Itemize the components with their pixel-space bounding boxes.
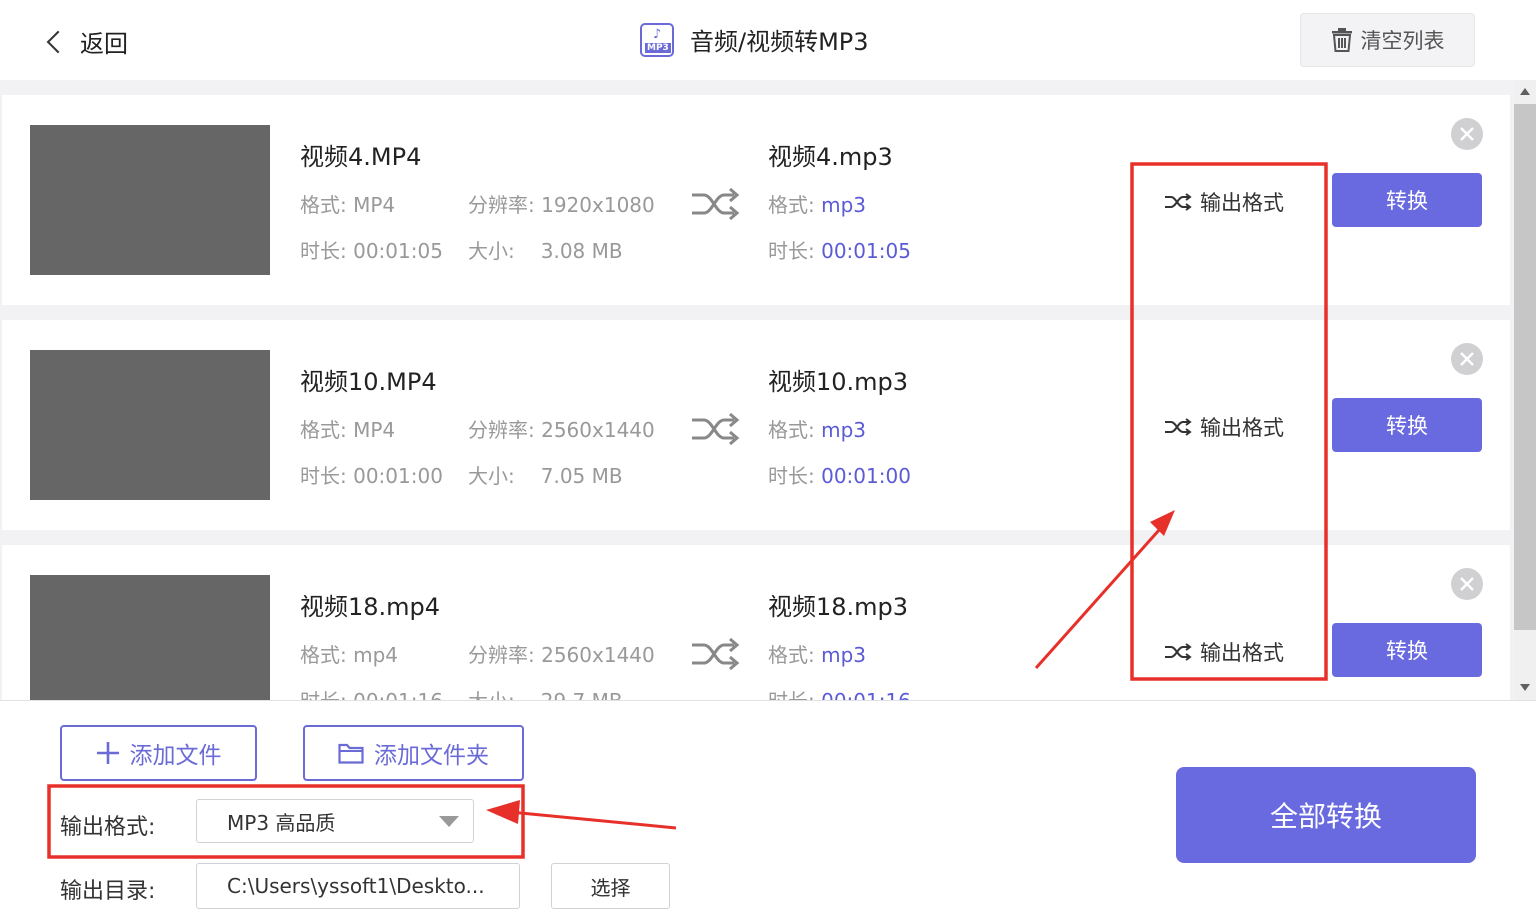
- back-button[interactable]: 返回: [44, 24, 128, 59]
- mp3-file-icon: ♪ MP3: [640, 22, 674, 57]
- output-duration: 时长: 00:01:05: [768, 239, 911, 263]
- chevron-left-icon: [46, 30, 70, 53]
- output-format: 格式: mp3: [768, 643, 867, 667]
- convert-button[interactable]: 转换: [1332, 398, 1482, 452]
- output-duration: 时长: 00:01:16: [768, 685, 911, 700]
- source-file-name: 视频4.MP4: [300, 143, 422, 171]
- source-format: 格式: mp4: [300, 643, 399, 667]
- source-format: 格式: MP4: [300, 418, 396, 442]
- output-format-select[interactable]: MP3 高品质: [196, 799, 474, 843]
- output-format-button[interactable]: 输出格式: [1164, 187, 1284, 217]
- scroll-down-arrow-icon[interactable]: [1520, 684, 1530, 691]
- remove-file-button[interactable]: [1451, 118, 1483, 150]
- output-dir-label: 输出目录:: [60, 879, 156, 904]
- source-file-name: 视频10.MP4: [300, 368, 437, 396]
- source-size: 大小: 3.08 MB: [468, 239, 623, 263]
- header: 返回 ♪ MP3 音频/视频转MP3 清空列表: [0, 0, 1536, 80]
- source-format: 格式: MP4: [300, 193, 396, 217]
- scroll-thumb[interactable]: [1514, 104, 1536, 630]
- source-duration: 时长: 00:01:00: [300, 464, 443, 488]
- source-resolution: 分辨率: 2560x1440: [468, 418, 655, 442]
- output-format-label: 输出格式:: [60, 815, 156, 840]
- source-resolution: 分辨率: 2560x1440: [468, 643, 655, 667]
- shuffle-icon: [1165, 418, 1192, 436]
- file-row: 视频18.mp4 格式: mp4 分辨率: 2560x1440 时长: 00:0…: [2, 545, 1510, 700]
- clear-list-label: 清空列表: [1360, 29, 1445, 53]
- convert-all-button[interactable]: 全部转换: [1176, 767, 1476, 863]
- shuffle-arrow-icon: [692, 412, 740, 446]
- source-resolution: 分辨率: 1920x1080: [468, 193, 655, 217]
- close-icon: [1460, 577, 1474, 591]
- source-size: 大小: 7.05 MB: [468, 464, 623, 488]
- video-thumbnail: [30, 575, 270, 700]
- output-format: 格式: mp3: [768, 418, 867, 442]
- shuffle-icon: [1165, 193, 1192, 211]
- app-title: 音频/视频转MP3: [690, 28, 869, 56]
- remove-file-button[interactable]: [1451, 568, 1483, 600]
- add-file-button[interactable]: 添加文件: [60, 725, 257, 781]
- add-folder-button[interactable]: 添加文件夹: [303, 725, 524, 781]
- source-file-name: 视频18.mp4: [300, 593, 441, 621]
- output-file-name: 视频18.mp3: [768, 593, 909, 621]
- remove-file-button[interactable]: [1451, 343, 1483, 375]
- close-icon: [1460, 352, 1474, 366]
- shuffle-arrow-icon: [692, 637, 740, 671]
- shuffle-arrow-icon: [692, 187, 740, 221]
- back-label: 返回: [80, 30, 128, 58]
- source-duration: 时长: 00:01:16: [300, 685, 443, 700]
- clear-list-button[interactable]: 清空列表: [1300, 13, 1475, 67]
- scroll-up-arrow-icon[interactable]: [1520, 88, 1530, 95]
- plus-icon: [96, 742, 119, 764]
- convert-button[interactable]: 转换: [1332, 623, 1482, 677]
- output-duration: 时长: 00:01:00: [768, 464, 911, 488]
- source-duration: 时长: 00:01:05: [300, 239, 443, 263]
- file-row: 视频4.MP4 格式: MP4 分辨率: 1920x1080 时长: 00:01…: [2, 95, 1510, 305]
- close-icon: [1460, 127, 1474, 141]
- shuffle-icon: [1165, 643, 1192, 661]
- page-title: ♪ MP3 音频/视频转MP3: [640, 22, 869, 57]
- convert-button[interactable]: 转换: [1332, 173, 1482, 227]
- trash-icon: [1331, 28, 1352, 52]
- file-row: 视频10.MP4 格式: MP4 分辨率: 2560x1440 时长: 00:0…: [2, 320, 1510, 530]
- bottom-panel: 添加文件 添加文件夹 输出格式: MP3 高品质 输出目录: C:\Users\…: [0, 700, 1536, 923]
- list-scrollbar[interactable]: [1514, 80, 1536, 700]
- video-thumbnail: [30, 125, 270, 275]
- chevron-down-icon: [439, 816, 459, 827]
- output-format: 格式: mp3: [768, 193, 867, 217]
- choose-dir-button[interactable]: 选择: [551, 863, 670, 909]
- output-format-button[interactable]: 输出格式: [1164, 412, 1284, 442]
- file-list: 视频4.MP4 格式: MP4 分辨率: 1920x1080 时长: 00:01…: [0, 80, 1514, 700]
- folder-icon: [338, 743, 364, 764]
- video-thumbnail: [30, 350, 270, 500]
- output-file-name: 视频10.mp3: [768, 368, 909, 396]
- output-file-name: 视频4.mp3: [768, 143, 893, 171]
- output-dir-field[interactable]: C:\Users\yssoft1\Deskto...: [196, 863, 520, 909]
- output-format-button[interactable]: 输出格式: [1164, 637, 1284, 667]
- source-size: 大小:29.7 MB: [468, 685, 623, 700]
